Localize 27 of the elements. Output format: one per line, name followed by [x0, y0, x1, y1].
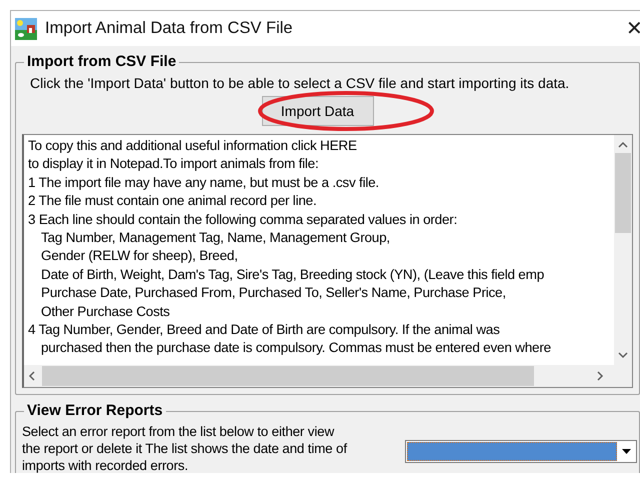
instruction-text: Click the 'Import Data' button to be able to select a CSV file and start importing its data. [30, 75, 570, 91]
error-report-dropdown[interactable] [405, 440, 637, 463]
scroll-up-icon[interactable] [618, 141, 628, 149]
group-title: Import from CSV File [24, 53, 180, 70]
info-line: purchased then the purchase date is compulsory. Commas must be entered even where [40, 339, 552, 358]
info-line: To copy this and additional useful information click HERE [28, 137, 358, 155]
info-line: 4 Tag Number, Gender, Breed and Date of Birth are compulsory. If the animal was [28, 321, 501, 340]
vertical-scroll-thumb[interactable] [615, 153, 631, 233]
info-line: 2 The file must contain one animal record per line. [28, 192, 318, 210]
scroll-down-icon[interactable] [618, 351, 628, 359]
info-line: Purchase Date, Purchased From, Purchased To, Seller's Name, Purchase Price, [40, 284, 507, 302]
info-line: 1 The import file may have any name, but must be a .csv file. [28, 174, 380, 192]
info-line: Tag Number, Management Tag, Name, Management Group, [40, 229, 391, 248]
info-line: Other Purchase Costs [40, 302, 171, 321]
scroll-right-icon[interactable] [596, 371, 604, 381]
info-line: Gender (RELW for sheep), Breed, [40, 247, 239, 266]
scroll-left-icon[interactable] [28, 371, 36, 381]
error-reports-description: Select an error report from the list below to either view the report or delete it The list shows the date and time of imports with recorded errors. [22, 423, 348, 473]
horizontal-scroll-thumb[interactable] [42, 366, 534, 386]
info-line: to display it in Notepad.To import animals from file: [28, 155, 320, 174]
import-data-button[interactable]: Import Data [262, 96, 374, 126]
window-title: Import Animal Data from CSV File [45, 19, 294, 38]
info-line: Date of Birth, Weight, Dam's Tag, Sire's Tag, Breeding stock (YN), (Leave this field emp [40, 266, 546, 284]
dropdown-arrow-icon [622, 449, 630, 454]
group-title: View Error Reports [24, 402, 166, 419]
info-line: 3 Each line should contain the following comma separated values in order: [28, 210, 458, 229]
farm-icon [15, 18, 37, 40]
